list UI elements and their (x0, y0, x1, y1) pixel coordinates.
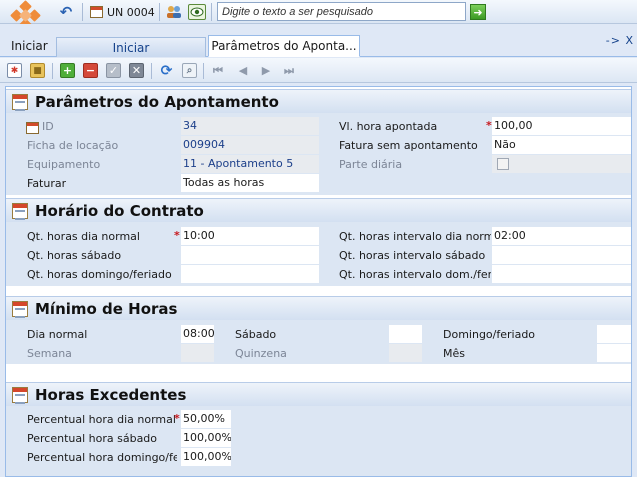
section-header-horario: Horário do Contrato (6, 198, 631, 222)
ficha-field: 009904 (181, 136, 319, 154)
min-dia-normal-field[interactable]: 08:00 (181, 325, 214, 343)
toolbar-divider (159, 3, 160, 21)
section-header-excedentes: Horas Excedentes (6, 382, 631, 406)
section-body-parametros: ID 34 Ficha de locação 009904 Equipament… (6, 113, 631, 195)
horas-dia-normal-label: Qt. horas dia normal (27, 230, 140, 243)
find-icon[interactable]: ⌕ (182, 63, 197, 78)
top-toolbar: ↶ UN 0004 ➜ (0, 0, 637, 31)
required-mark: * (174, 412, 180, 425)
intervalo-domingo-field[interactable] (492, 265, 631, 283)
min-dia-normal-label: Dia normal (27, 328, 88, 341)
min-semana-label: Semana (27, 347, 72, 360)
section-table-icon (12, 301, 28, 318)
perc-domingo-field[interactable]: 100,00% (181, 448, 231, 466)
section-table-icon (12, 387, 28, 404)
parte-diaria-field (492, 155, 631, 173)
section-body-excedentes: Percentual hora dia normal * 50,00% Perc… (6, 406, 631, 476)
toolbar-divider (52, 63, 53, 79)
section-header-parametros: Parâmetros do Apontamento (6, 89, 631, 113)
lock-icon[interactable]: ■ (30, 63, 45, 78)
section-body-horario: Qt. horas dia normal * 10:00 Qt. horas s… (6, 222, 631, 286)
delete-icon[interactable]: − (83, 63, 98, 78)
toolbar-divider (203, 63, 204, 79)
section-title: Mínimo de Horas (35, 300, 178, 318)
fatura-sem-select[interactable]: Não (492, 136, 631, 154)
go-icon[interactable]: ➜ (470, 4, 486, 20)
vl-hora-label: Vl. hora apontada (339, 120, 438, 133)
tab-parametros[interactable]: Parâmetros do Aponta... (208, 35, 360, 57)
parte-diaria-label: Parte diária (339, 158, 403, 171)
section-body-minimo: Dia normal 08:00 Sábado Domingo/feriado … (6, 320, 631, 364)
equipamento-label: Equipamento (27, 158, 101, 171)
last-icon[interactable]: ⏭ (282, 63, 296, 78)
section-title: Horário do Contrato (35, 202, 204, 220)
fatura-sem-label: Fatura sem apontamento (339, 139, 478, 152)
record-toolbar: ✱ ■ + − ✓ ✕ ⟳ ⌕ ⏮ ◀ ▶ ⏭ (0, 58, 637, 83)
horas-sabado-field[interactable] (181, 246, 319, 264)
min-sabado-field[interactable] (389, 325, 422, 343)
toolbar-divider (82, 3, 83, 21)
eye-icon[interactable] (188, 4, 206, 20)
new-record-icon[interactable]: ✱ (7, 63, 22, 78)
section-title: Parâmetros do Apontamento (35, 93, 279, 111)
perc-dia-field[interactable]: 50,00% (181, 410, 231, 428)
tab-iniciar[interactable]: Iniciar (56, 37, 206, 57)
intervalo-sabado-field[interactable] (492, 246, 631, 264)
toolbar-divider (151, 63, 152, 79)
perc-domingo-label: Percentual hora domingo/feriac (27, 451, 177, 464)
min-sabado-label: Sábado (235, 328, 277, 341)
unit-label: UN 0004 (107, 5, 155, 19)
undo-icon[interactable]: ↶ (57, 3, 75, 21)
id-field: 34 (181, 117, 319, 135)
intervalo-sabado-label: Qt. horas intervalo sábado (339, 249, 486, 262)
equipamento-field: 11 - Apontamento 5 (181, 155, 319, 173)
min-domingo-label: Domingo/feriado (443, 328, 536, 341)
faturar-label: Faturar (27, 177, 67, 190)
intervalo-dia-field[interactable]: 02:00 (492, 227, 631, 245)
section-table-icon (12, 94, 28, 111)
intervalo-domingo-label: Qt. horas intervalo dom./feriad (339, 268, 491, 281)
id-icon (26, 122, 39, 134)
horas-sabado-label: Qt. horas sábado (27, 249, 122, 262)
toolbar-divider (211, 3, 212, 21)
perc-sabado-field[interactable]: 100,00% (181, 429, 231, 447)
perc-dia-label: Percentual hora dia normal (27, 413, 175, 426)
min-quinzena-field (389, 344, 422, 362)
required-mark: * (174, 229, 180, 242)
horas-domingo-field[interactable] (181, 265, 319, 283)
add-icon[interactable]: + (60, 63, 75, 78)
vl-hora-field[interactable]: 100,00 (492, 117, 631, 135)
form-content: Parâmetros do Apontamento ID 34 Ficha de… (5, 86, 632, 477)
calendar-icon (90, 6, 103, 18)
refresh-icon[interactable]: ⟳ (159, 63, 174, 79)
min-mes-field[interactable] (597, 344, 631, 362)
section-header-minimo: Mínimo de Horas (6, 296, 631, 320)
parte-diaria-checkbox[interactable] (497, 158, 509, 170)
section-table-icon (12, 203, 28, 220)
cancel-icon[interactable]: ✕ (129, 63, 144, 78)
tab-tools[interactable]: -> X (606, 34, 634, 47)
horas-domingo-label: Qt. horas domingo/feriado (27, 268, 172, 281)
faturar-select[interactable]: Todas as horas (181, 174, 319, 192)
min-domingo-field[interactable] (597, 325, 631, 343)
perc-sabado-label: Percentual hora sábado (27, 432, 158, 445)
min-quinzena-label: Quinzena (235, 347, 287, 360)
prev-icon[interactable]: ◀ (236, 63, 250, 78)
min-mes-label: Mês (443, 347, 465, 360)
home-button-label[interactable]: Iniciar (11, 39, 48, 53)
people-icon[interactable] (166, 3, 182, 21)
ficha-label: Ficha de locação (27, 139, 119, 152)
unit-selector[interactable]: UN 0004 (90, 3, 155, 21)
intervalo-dia-label: Qt. horas intervalo dia normal (339, 230, 491, 243)
search-input[interactable] (217, 2, 466, 21)
required-mark: * (486, 119, 492, 132)
first-icon[interactable]: ⏮ (211, 63, 225, 78)
id-label: ID (42, 120, 54, 133)
section-title: Horas Excedentes (35, 386, 187, 404)
min-semana-field (181, 344, 214, 362)
confirm-icon[interactable]: ✓ (106, 63, 121, 78)
next-icon[interactable]: ▶ (259, 63, 273, 78)
horas-dia-normal-field[interactable]: 10:00 (181, 227, 319, 245)
